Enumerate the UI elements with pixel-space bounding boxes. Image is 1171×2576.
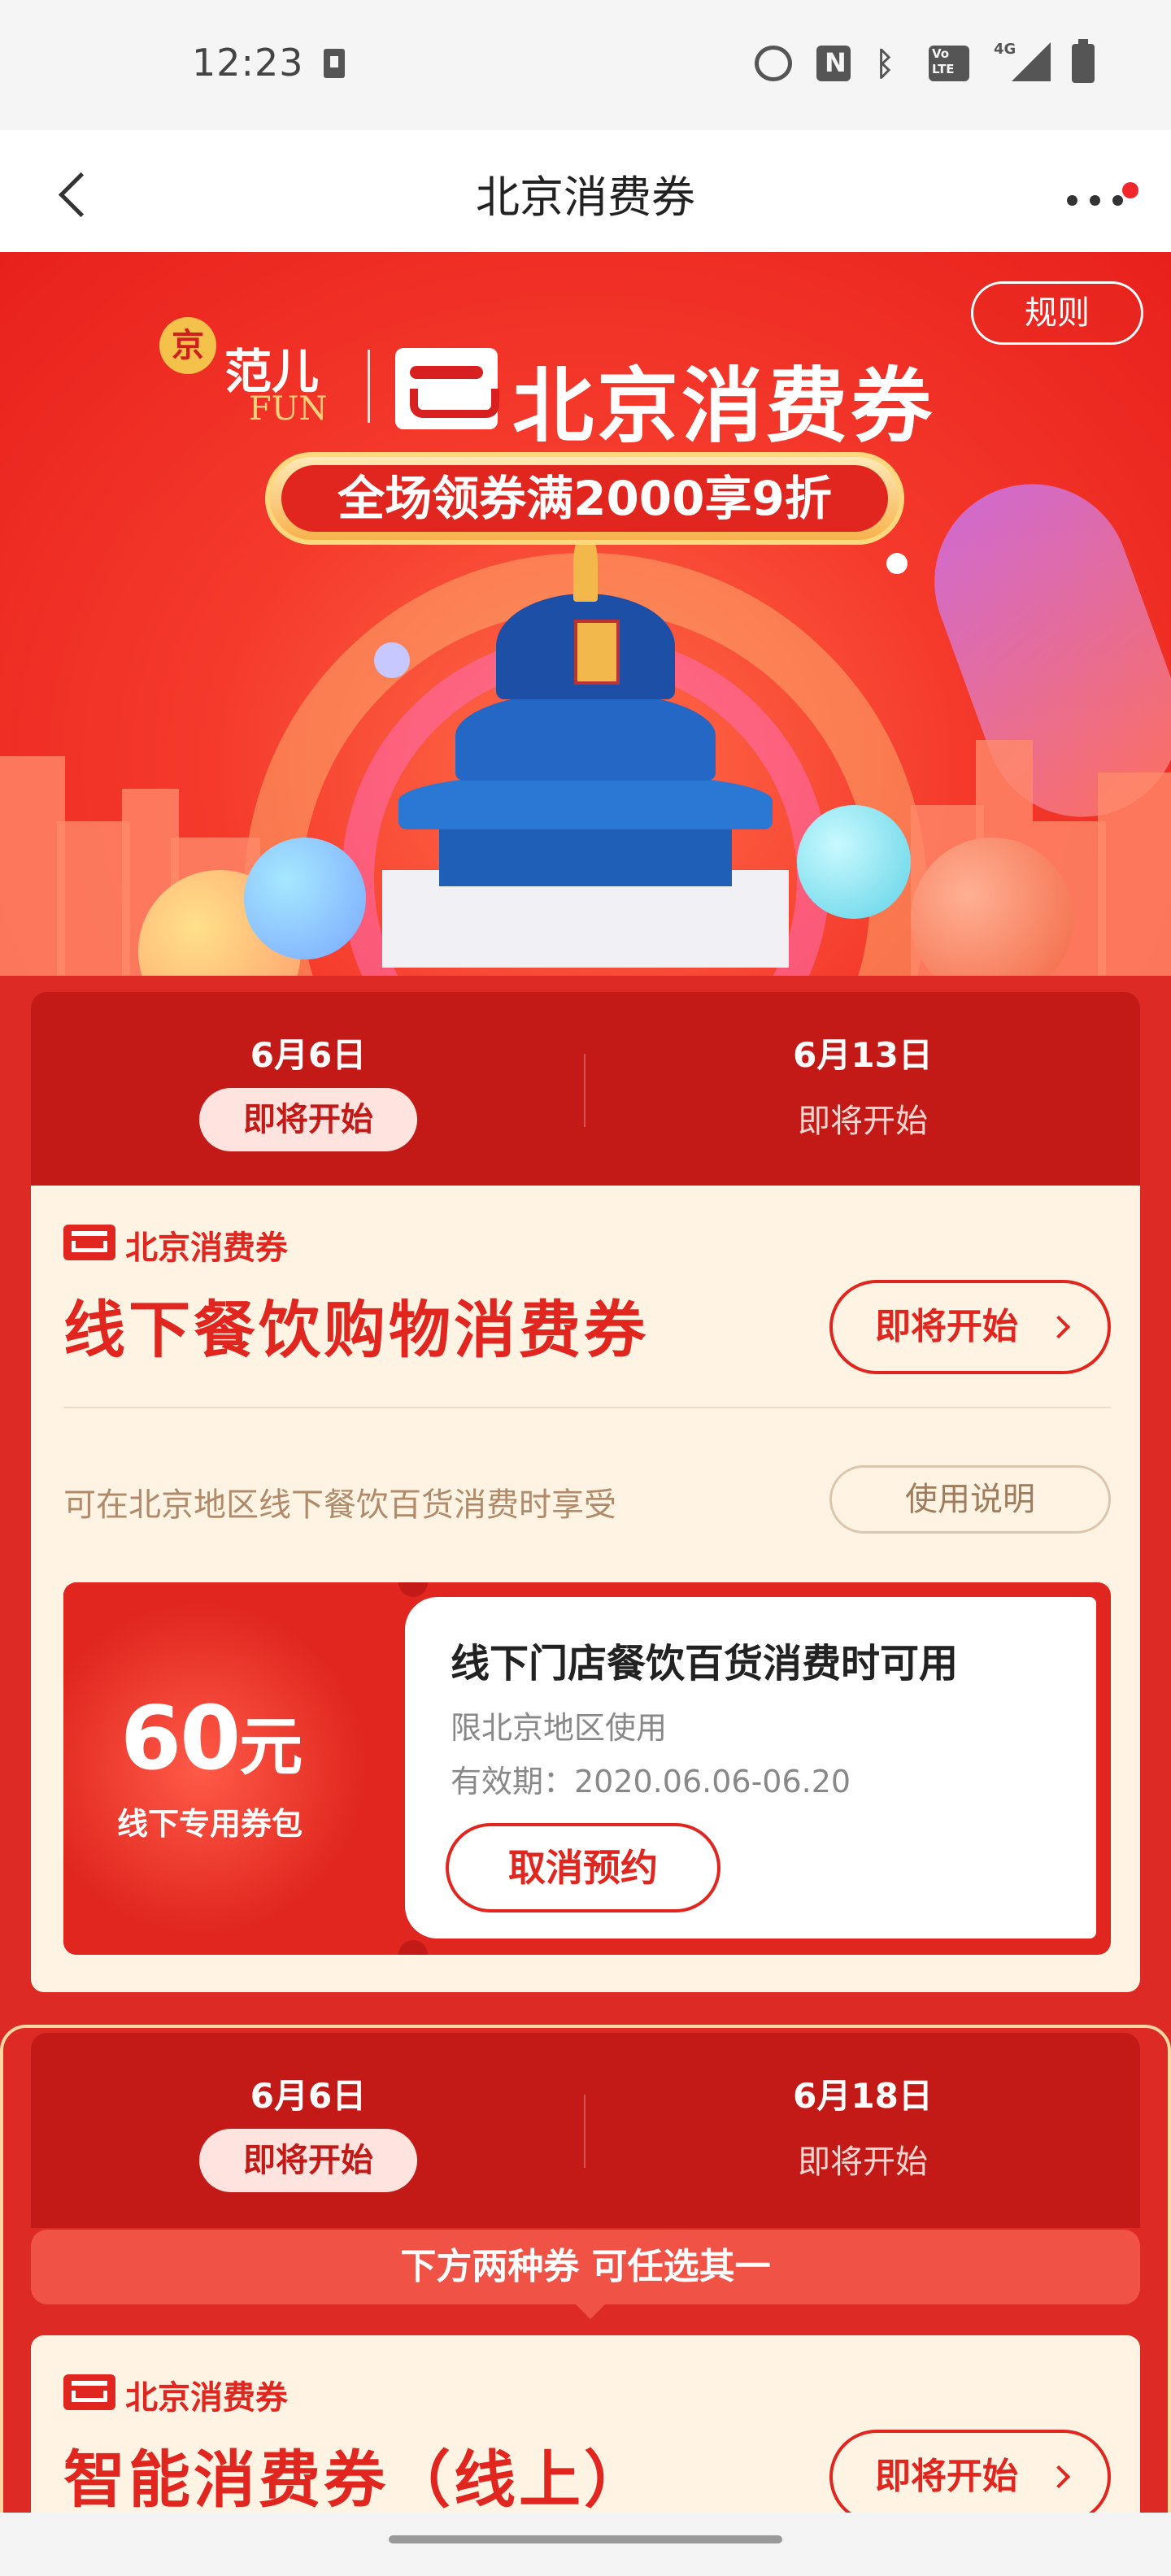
status-time: 12:23 [192, 41, 304, 85]
date-tabs-2: 6月6日 即将开始 6月18日 即将开始 [31, 2033, 1140, 2228]
battery-icon [1072, 39, 1095, 83]
brand-mini-icon [63, 1225, 115, 1260]
date-tab-jun6[interactable]: 6月6日 即将开始 [31, 2033, 586, 2228]
coming-soon-button[interactable]: 即将开始 [829, 1280, 1111, 1374]
promo-banner: 全场领券满2000享9折 [265, 452, 904, 545]
nfc-icon [816, 46, 851, 81]
cancel-reservation-button[interactable]: 取消预约 [446, 1823, 720, 1912]
date-tab-jun6[interactable]: 6月6日 即将开始 [31, 992, 586, 1187]
coming-soon-button[interactable]: 即将开始 [829, 2430, 1111, 2524]
brand-mini-icon [63, 2374, 115, 2410]
alarm-icon [755, 46, 792, 81]
festival-fun: FUN [249, 390, 328, 428]
more-icon[interactable] [1067, 172, 1140, 221]
date-tabs-1: 6月6日 即将开始 6月13日 即将开始 [31, 992, 1140, 1187]
festival-logo: 京 范儿 FUN [159, 317, 355, 439]
volte-icon [929, 46, 969, 81]
chevron-right-icon [1047, 1315, 1071, 1339]
signal-4g-icon: 4G [994, 41, 1051, 81]
coupon-card-online: 北京消费券 智能消费券（线上） 即将开始 [31, 2335, 1140, 2530]
usage-instructions-button[interactable]: 使用说明 [829, 1465, 1111, 1534]
status-button-label: 即将开始 [875, 1306, 1018, 1347]
card-brand-text: 北京消费券 [125, 2379, 288, 2417]
bluetooth-icon: ᛒ [875, 46, 895, 83]
ticket-validity: 有效期：2020.06.06-06.20 [451, 1764, 851, 1799]
system-nav-bar [0, 2513, 1171, 2576]
chevron-right-icon [1047, 2465, 1071, 2489]
status-bar: 12:23 ᛒ 4G [0, 0, 1171, 130]
card-title: 线下餐饮购物消费券 [63, 1294, 649, 1366]
date-status-pill: 即将开始 [199, 2129, 417, 2192]
festival-badge: 京 [159, 317, 216, 374]
rules-button[interactable]: 规则 [971, 281, 1143, 345]
date-label: 6月6日 [250, 2076, 367, 2116]
download-icon [324, 49, 345, 78]
ticket-amount-panel: 60元 线下专用券包 [63, 1582, 405, 1955]
date-label: 6月6日 [250, 1035, 367, 1075]
divider [63, 1407, 1111, 1408]
card-brand-text: 北京消费券 [125, 1229, 288, 1267]
date-status: 即将开始 [798, 2143, 928, 2181]
card-description: 可在北京地区线下餐饮百货消费时享受 [63, 1486, 616, 1524]
ticket-pack-label: 线下专用券包 [117, 1806, 303, 1842]
date-label: 6月13日 [793, 1035, 933, 1075]
hero-brand-title: 北京消费券 [512, 359, 935, 454]
status-button-label: 即将开始 [875, 2456, 1018, 2497]
date-label: 6月18日 [793, 2076, 933, 2116]
coupon-ticket: 60元 线下专用券包 线下门店餐饮百货消费时可用 限北京地区使用 有效期：202… [63, 1582, 1111, 1955]
ticket-amount: 60元 [120, 1688, 303, 1790]
ticket-title: 线下门店餐饮百货消费时可用 [451, 1641, 959, 1686]
promo-text: 全场领券满2000享9折 [281, 465, 888, 532]
card-title: 智能消费券（线上） [63, 2443, 649, 2516]
notification-dot [1122, 182, 1138, 198]
choose-one-banner: 下方两种券 可任选其一 [31, 2230, 1140, 2319]
hero-banner: 京 范儿 FUN 北京消费券 全场领券满2000享9折 [0, 252, 1171, 984]
app-root: 12:23 ᛒ 4G 北京消费券 [0, 0, 1171, 2576]
ticket-region: 限北京地区使用 [451, 1710, 668, 1746]
date-status: 即将开始 [798, 1103, 928, 1140]
coupon-card-offline: 北京消费券 线下餐饮购物消费券 即将开始 可在北京地区线下餐饮百货消费时享受 使… [31, 1186, 1140, 1992]
brand-logo [395, 348, 499, 429]
date-tab-jun18[interactable]: 6月18日 即将开始 [586, 2033, 1140, 2228]
home-gesture-pill[interactable] [389, 2535, 782, 2543]
top-nav-bar: 北京消费券 [0, 130, 1171, 252]
date-status-pill: 即将开始 [199, 1088, 417, 1151]
date-tab-jun13[interactable]: 6月13日 即将开始 [586, 992, 1140, 1187]
page-title: 北京消费券 [476, 172, 695, 223]
ticket-detail-panel: 线下门店餐饮百货消费时可用 限北京地区使用 有效期：2020.06.06-06.… [405, 1597, 1096, 1939]
